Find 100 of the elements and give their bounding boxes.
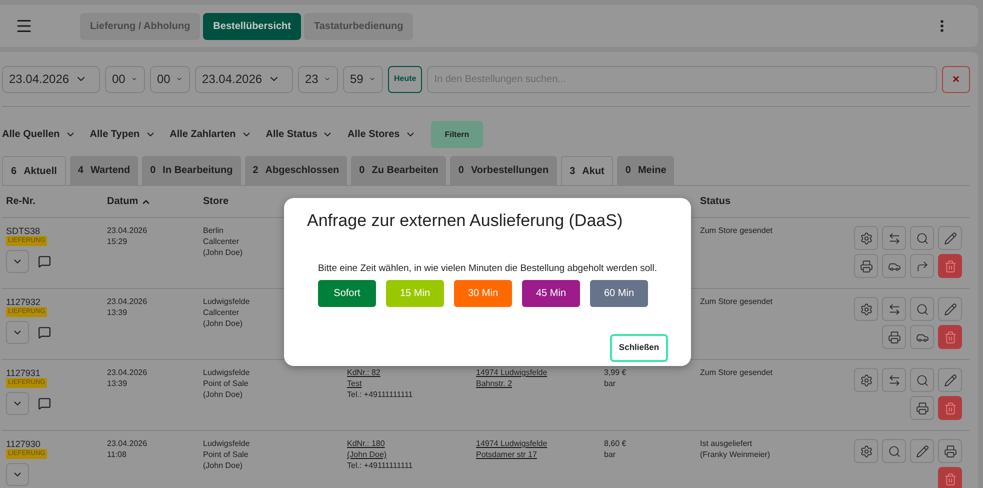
status-tab[interactable]: 4 Wartend — [70, 156, 138, 185]
time-select[interactable]: 00 — [150, 66, 190, 92]
car-button[interactable] — [910, 325, 934, 349]
time-option-button[interactable]: Sofort — [318, 280, 376, 307]
comment-icon[interactable] — [38, 255, 51, 268]
swap-arrows-button[interactable] — [882, 226, 906, 250]
search-button[interactable] — [910, 297, 934, 321]
time-select[interactable]: 59 — [343, 66, 383, 92]
status-tab[interactable]: 6 Aktuell — [2, 156, 66, 185]
filter-button[interactable]: Filtern — [430, 121, 484, 148]
store-line: Callcenter — [203, 237, 240, 247]
comment-icon[interactable] — [38, 397, 51, 410]
clear-button[interactable]: × — [942, 66, 970, 92]
address-link[interactable]: Bahnstr. 2 — [476, 379, 512, 389]
pencil-button[interactable] — [938, 368, 962, 392]
swap-arrows-button[interactable] — [882, 368, 906, 392]
time-option-button[interactable]: 60 Min — [590, 280, 648, 307]
order-number: 1127931 — [6, 368, 40, 378]
time-select[interactable]: 00 — [105, 66, 145, 92]
filter-dropdown[interactable]: Alle Status — [266, 127, 334, 142]
dialog-title: Anfrage zur externen Auslieferung (DaaS) — [307, 210, 624, 232]
customer-name-link[interactable]: (John Doe) — [347, 450, 387, 460]
filter-dropdown[interactable]: Alle Zahlarten — [170, 127, 252, 142]
comment-icon[interactable] — [38, 326, 51, 339]
order-date: 23.04.2026 — [107, 368, 148, 378]
settings-button[interactable] — [854, 439, 878, 463]
store-line: (John Doe) — [203, 248, 244, 258]
column-header: Status — [700, 195, 731, 209]
close-dialog-button[interactable]: Schließen — [610, 334, 668, 362]
pencil-button[interactable] — [938, 226, 962, 250]
payment-method: bar — [604, 450, 617, 460]
more-icon — [940, 20, 944, 32]
store-line: Ludwigsfelde — [203, 368, 251, 378]
pencil-icon — [944, 302, 956, 316]
search-button[interactable] — [910, 226, 934, 250]
printer-button[interactable] — [910, 396, 934, 420]
pencil-icon — [944, 374, 956, 386]
address-link[interactable]: 14974 Ludwigsfelde — [476, 368, 548, 378]
customer-number-link[interactable]: KdNr.: 180 — [347, 439, 385, 449]
status-tab[interactable]: 2 Abgeschlossen — [244, 156, 348, 185]
swap-arrows-button[interactable] — [882, 297, 906, 321]
time-option-button[interactable]: 30 Min — [454, 280, 512, 307]
settings-icon — [860, 232, 872, 244]
search-icon — [888, 444, 900, 458]
turn-arrow-button[interactable] — [910, 254, 934, 278]
customer-name-link[interactable]: Test — [347, 379, 362, 389]
order-time: 11:08 — [107, 450, 128, 460]
column-header: Store — [203, 195, 229, 209]
printer-button[interactable] — [882, 325, 906, 349]
store-line: Berlin — [203, 226, 224, 236]
today-button[interactable]: Heute — [388, 66, 422, 92]
pencil-icon — [944, 232, 956, 244]
settings-button[interactable] — [854, 226, 878, 250]
nav-tab[interactable]: Bestellübersicht — [203, 12, 301, 40]
time-select[interactable]: 23 — [298, 66, 338, 92]
address-link[interactable]: Potsdamer str 17 — [476, 450, 537, 460]
pencil-icon — [916, 444, 928, 458]
trash-icon — [944, 402, 956, 414]
time-option-button[interactable]: 45 Min — [522, 280, 580, 307]
search-button[interactable] — [910, 368, 934, 392]
order-date: 23.04.2026 — [107, 439, 148, 449]
column-header: Re-Nr. — [6, 195, 36, 209]
car-button[interactable] — [882, 254, 906, 278]
status-text: Zum Store gesendet — [700, 297, 774, 307]
order-time: 15:29 — [107, 237, 128, 247]
search-button[interactable] — [882, 439, 906, 463]
status-tab[interactable]: 0 Meine — [617, 156, 674, 185]
filter-dropdown[interactable]: Alle Quellen — [2, 127, 76, 142]
store-line: (John Doe) — [203, 461, 244, 471]
status-tab[interactable]: 3 Akut — [560, 156, 614, 185]
printer-button[interactable] — [854, 254, 878, 278]
turn-arrow-icon — [916, 260, 928, 272]
filter-dropdown[interactable]: Alle Typen — [90, 127, 156, 142]
settings-button[interactable] — [854, 297, 878, 321]
status-tab[interactable]: 0 In Bearbeitung — [142, 156, 241, 185]
filter-dropdown[interactable]: Alle Stores — [347, 127, 416, 142]
address-link[interactable]: 14974 Ludwigsfelde — [476, 439, 548, 449]
printer-button[interactable] — [938, 439, 962, 463]
dialog-message: Bitte eine Zeit wählen, in wie vielen Minuten die Bestellung abgeholt werden soll. — [318, 262, 658, 276]
settings-icon — [860, 374, 872, 386]
printer-icon — [944, 444, 956, 458]
settings-button[interactable] — [854, 368, 878, 392]
search-icon — [916, 232, 928, 244]
order-number: 1127932 — [6, 297, 40, 307]
phone-number: Tel.: +49111111111 — [347, 390, 413, 400]
store-line: Point of Sale — [203, 379, 250, 389]
swap-arrows-icon — [888, 232, 900, 244]
date-select[interactable]: 23.04.2026 — [195, 66, 293, 92]
menu-icon — [15, 17, 33, 35]
order-date: 23.04.2026 — [107, 226, 148, 236]
status-tab[interactable]: 0 Vorbestellungen — [450, 156, 557, 185]
payment-method: bar — [604, 379, 617, 389]
date-select[interactable]: 23.04.2026 — [2, 66, 100, 92]
store-line: Callcenter — [203, 308, 240, 318]
status-tab[interactable]: 0 Zu Bearbeiten — [351, 156, 446, 185]
pencil-button[interactable] — [910, 439, 934, 463]
store-line: (John Doe) — [203, 319, 244, 329]
customer-number-link[interactable]: KdNr.: 82 — [347, 368, 380, 378]
pencil-button[interactable] — [938, 297, 962, 321]
order-date: 23.04.2026 — [107, 297, 148, 307]
